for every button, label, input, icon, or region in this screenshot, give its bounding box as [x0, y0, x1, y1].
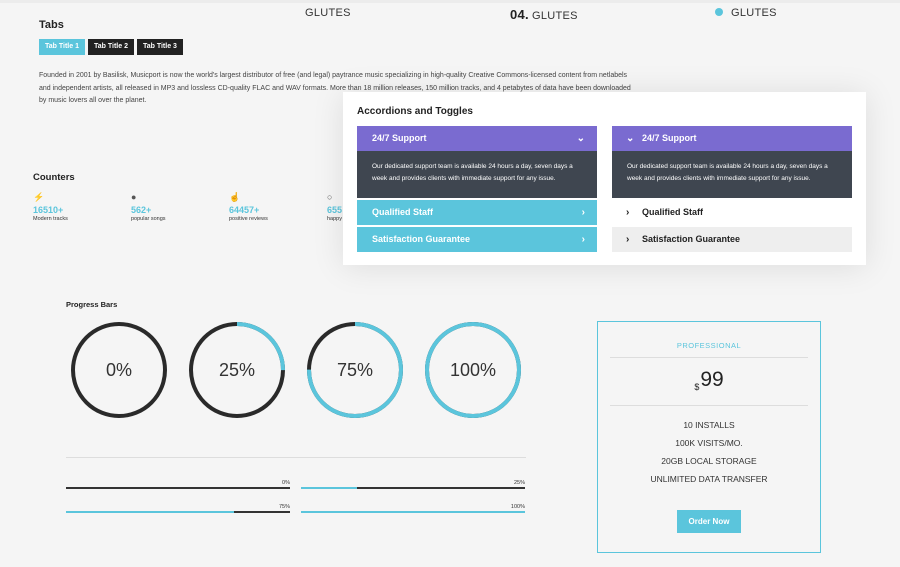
- divider: [66, 457, 526, 458]
- progress-bar: 25%: [301, 480, 525, 489]
- progress-circle: 75%: [306, 321, 404, 419]
- toggle-label: Qualified Staff: [642, 207, 704, 217]
- feature-item: 20GB LOCAL STORAGE: [661, 456, 757, 466]
- chevron-right-icon: ›: [626, 234, 630, 245]
- progress-circle: 25%: [188, 321, 286, 419]
- top-divider: [0, 0, 900, 3]
- topnav-item-1[interactable]: GLUTES: [305, 7, 351, 19]
- toggle-header-support[interactable]: ⌄ 24/7 Support: [612, 126, 852, 151]
- feature-item: 10 INSTALLS: [683, 420, 735, 430]
- tab-title-2[interactable]: Tab Title 2: [87, 39, 134, 55]
- toggle-label: 24/7 Support: [642, 133, 697, 143]
- counter-value: 64457+: [229, 205, 260, 215]
- bolt-icon: ⚡: [33, 192, 45, 202]
- accordion-header-guarantee[interactable]: Satisfaction Guarantee ›: [357, 227, 597, 252]
- toggle-header-guarantee[interactable]: › Satisfaction Guarantee: [612, 227, 852, 252]
- chevron-right-icon: ›: [581, 234, 585, 245]
- toggle-label: Satisfaction Guarantee: [642, 234, 741, 244]
- tab-title-1[interactable]: Tab Title 1: [39, 39, 85, 55]
- accordion-header-staff[interactable]: Qualified Staff ›: [357, 200, 597, 225]
- progress-bar-fill: [301, 487, 357, 489]
- accordion-label: Satisfaction Guarantee: [372, 234, 471, 244]
- toggle-group: ⌄ 24/7 Support Our dedicated support tea…: [612, 126, 852, 252]
- accordions-card: Accordions and Toggles 24/7 Support ⌄ Ou…: [343, 92, 866, 265]
- counter-item: ⚡ 16510+ Modern tracks: [33, 191, 131, 222]
- progress-title: Progress Bars: [66, 300, 118, 309]
- accordion-header-support[interactable]: 24/7 Support ⌄: [357, 126, 597, 151]
- progress-circle-label: 0%: [105, 360, 132, 380]
- accordion-group: 24/7 Support ⌄ Our dedicated support tea…: [357, 126, 597, 252]
- accordion-label: 24/7 Support: [372, 133, 427, 143]
- tab-bar: Tab Title 1 Tab Title 2 Tab Title 3: [39, 39, 183, 55]
- progress-bar: 0%: [66, 480, 290, 489]
- plan-name: PROFESSIONAL: [676, 341, 742, 350]
- toggle-body: Our dedicated support team is available …: [612, 151, 852, 198]
- chevron-down-icon: ⌄: [626, 133, 635, 144]
- divider: [610, 357, 808, 358]
- progress-bar-label: 100%: [510, 504, 525, 510]
- toggle-header-staff[interactable]: › Qualified Staff: [612, 200, 852, 225]
- currency-symbol: $: [694, 382, 700, 392]
- chevron-right-icon: ›: [626, 207, 630, 218]
- progress-bar: 100%: [301, 504, 525, 513]
- tabs-title: Tabs: [39, 19, 64, 31]
- progress-circle: 100%: [424, 321, 522, 419]
- accordions-title: Accordions and Toggles: [357, 106, 473, 117]
- progress-circle-label: 100%: [449, 360, 497, 380]
- price-value: 99: [700, 368, 724, 391]
- price-amount: $99: [598, 368, 820, 392]
- counter-label: popular songs: [131, 216, 166, 222]
- topnav-item-2[interactable]: 04. GLUTES: [510, 7, 578, 22]
- feature-item: UNLIMITED DATA TRANSFER: [650, 474, 768, 484]
- progress-circle-label: 25%: [218, 360, 256, 380]
- counter-item: ● 562+ popular songs: [131, 191, 229, 222]
- progress-bar: 75%: [66, 504, 290, 513]
- note-icon: ●: [131, 192, 137, 202]
- chevron-down-icon: ⌄: [576, 133, 585, 144]
- pricing-card: PROFESSIONAL $99 10 INSTALLS 100K VISITS…: [597, 321, 821, 553]
- progress-bar-fill: [301, 511, 525, 513]
- counter-label: positive reviews: [229, 216, 268, 222]
- counter-item: ☝ 64457+ positive reviews: [229, 191, 327, 222]
- order-now-button[interactable]: Order Now: [677, 510, 741, 533]
- divider: [610, 405, 808, 406]
- counter-value: 562+: [131, 205, 152, 215]
- feature-item: 100K VISITS/MO.: [675, 438, 743, 448]
- progress-bar-label: 75%: [278, 504, 290, 510]
- progress-bar-fill: [66, 511, 234, 513]
- progress-bar-label: 25%: [513, 480, 525, 486]
- counters-title: Counters: [33, 172, 75, 183]
- hand-icon: ☝: [229, 192, 241, 202]
- topnav-item-3[interactable]: GLUTES: [715, 7, 777, 19]
- progress-circle: 0%: [70, 321, 168, 419]
- chevron-right-icon: ›: [581, 207, 585, 218]
- progress-bar-label: 0%: [282, 480, 290, 486]
- dot-icon: [715, 8, 723, 16]
- counter-value: 16510+: [33, 205, 64, 215]
- accordion-label: Qualified Staff: [372, 207, 434, 217]
- tab-title-3[interactable]: Tab Title 3: [136, 39, 183, 55]
- topnav-number: 04.: [510, 7, 529, 22]
- progress-circle-label: 75%: [336, 360, 374, 380]
- counter-label: Modern tracks: [33, 216, 68, 222]
- accordion-body: Our dedicated support team is available …: [357, 151, 597, 198]
